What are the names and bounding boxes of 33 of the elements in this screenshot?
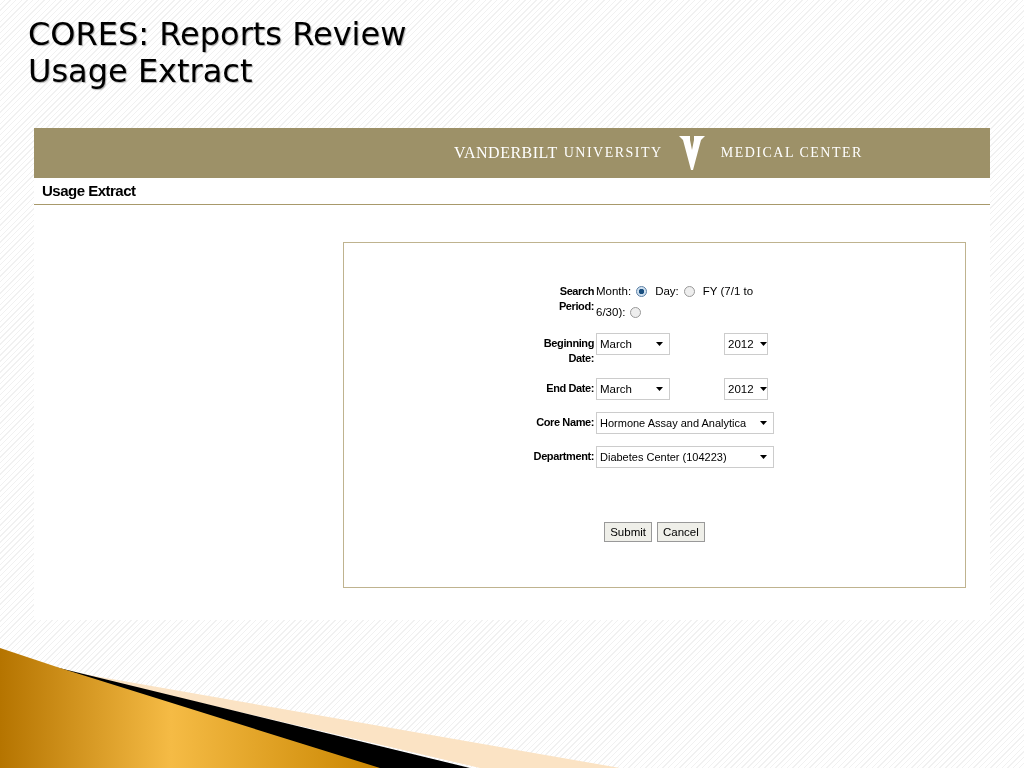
cancel-button[interactable]: Cancel [657,522,705,542]
slide-title: Usage Extract [28,53,253,90]
submit-button[interactable]: Submit [604,522,652,542]
caret-icon [656,387,663,391]
slide-title: CORES: Reports Review [28,16,407,53]
field-label: Core Name: [535,415,594,430]
page-heading: Usage Extract [41,181,137,201]
radio-label: 6/30): [596,305,626,320]
banner-text: VANDERBILT [454,144,558,162]
caret-icon [759,342,767,346]
field-label: Beginning Date: [542,336,594,366]
radio-label: FY (7/1 to [702,284,754,299]
radio-button[interactable] [636,286,648,297]
year-select[interactable]: 2012 [724,378,768,400]
year-select[interactable]: 2012 [724,333,768,355]
dropdown-select[interactable]: Diabetes Center (104223) [596,446,774,468]
caret-icon [656,342,663,346]
field-label: Department: [532,449,594,464]
caret-icon [759,387,767,391]
radio-label: Day: [655,284,679,299]
caret-icon [760,455,767,459]
radio-button[interactable] [630,307,642,318]
caret-icon [760,421,767,425]
banner-text: UNIVERSITY [563,145,663,161]
banner-text: MEDICAL CENTER [720,145,863,161]
radio-label: Month: [596,284,632,299]
month-select[interactable]: March [596,333,670,355]
field-label: Search Period: [557,284,594,314]
radio-button[interactable] [683,286,695,297]
month-select[interactable]: March [596,378,670,400]
v-logo-icon [678,136,705,170]
field-label: End Date: [545,381,594,396]
dropdown-select[interactable]: Hormone Assay and Analytica [596,412,774,434]
